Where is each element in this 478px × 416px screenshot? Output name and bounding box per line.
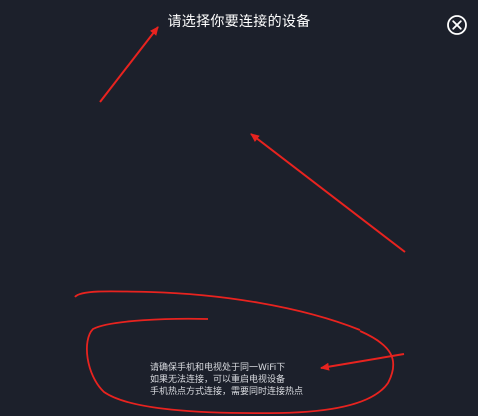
connection-hint: 请确保手机和电视处于同一WiFi下 如果无法连接，可以重启电视设备 手机热点方式…: [150, 362, 303, 398]
annotation-arrow-hint: [320, 353, 405, 371]
close-circle-icon: [447, 15, 467, 35]
close-button[interactable]: [446, 14, 468, 36]
dialog-title: 请选择你要连接的设备: [167, 14, 311, 30]
device-picker-dialog: 请选择你要连接的设备 请确保手机和电视处于同一WiFi下 如果无法连接，可以重启…: [0, 0, 478, 416]
hint-line-2: 如果无法连接，可以重启电视设备: [150, 375, 286, 385]
hint-line-3: 手机热点方式连接，需要同时连接热点: [150, 387, 304, 397]
device-list: [0, 48, 478, 348]
hint-line-1: 请确保手机和电视处于同一WiFi下: [150, 363, 286, 373]
